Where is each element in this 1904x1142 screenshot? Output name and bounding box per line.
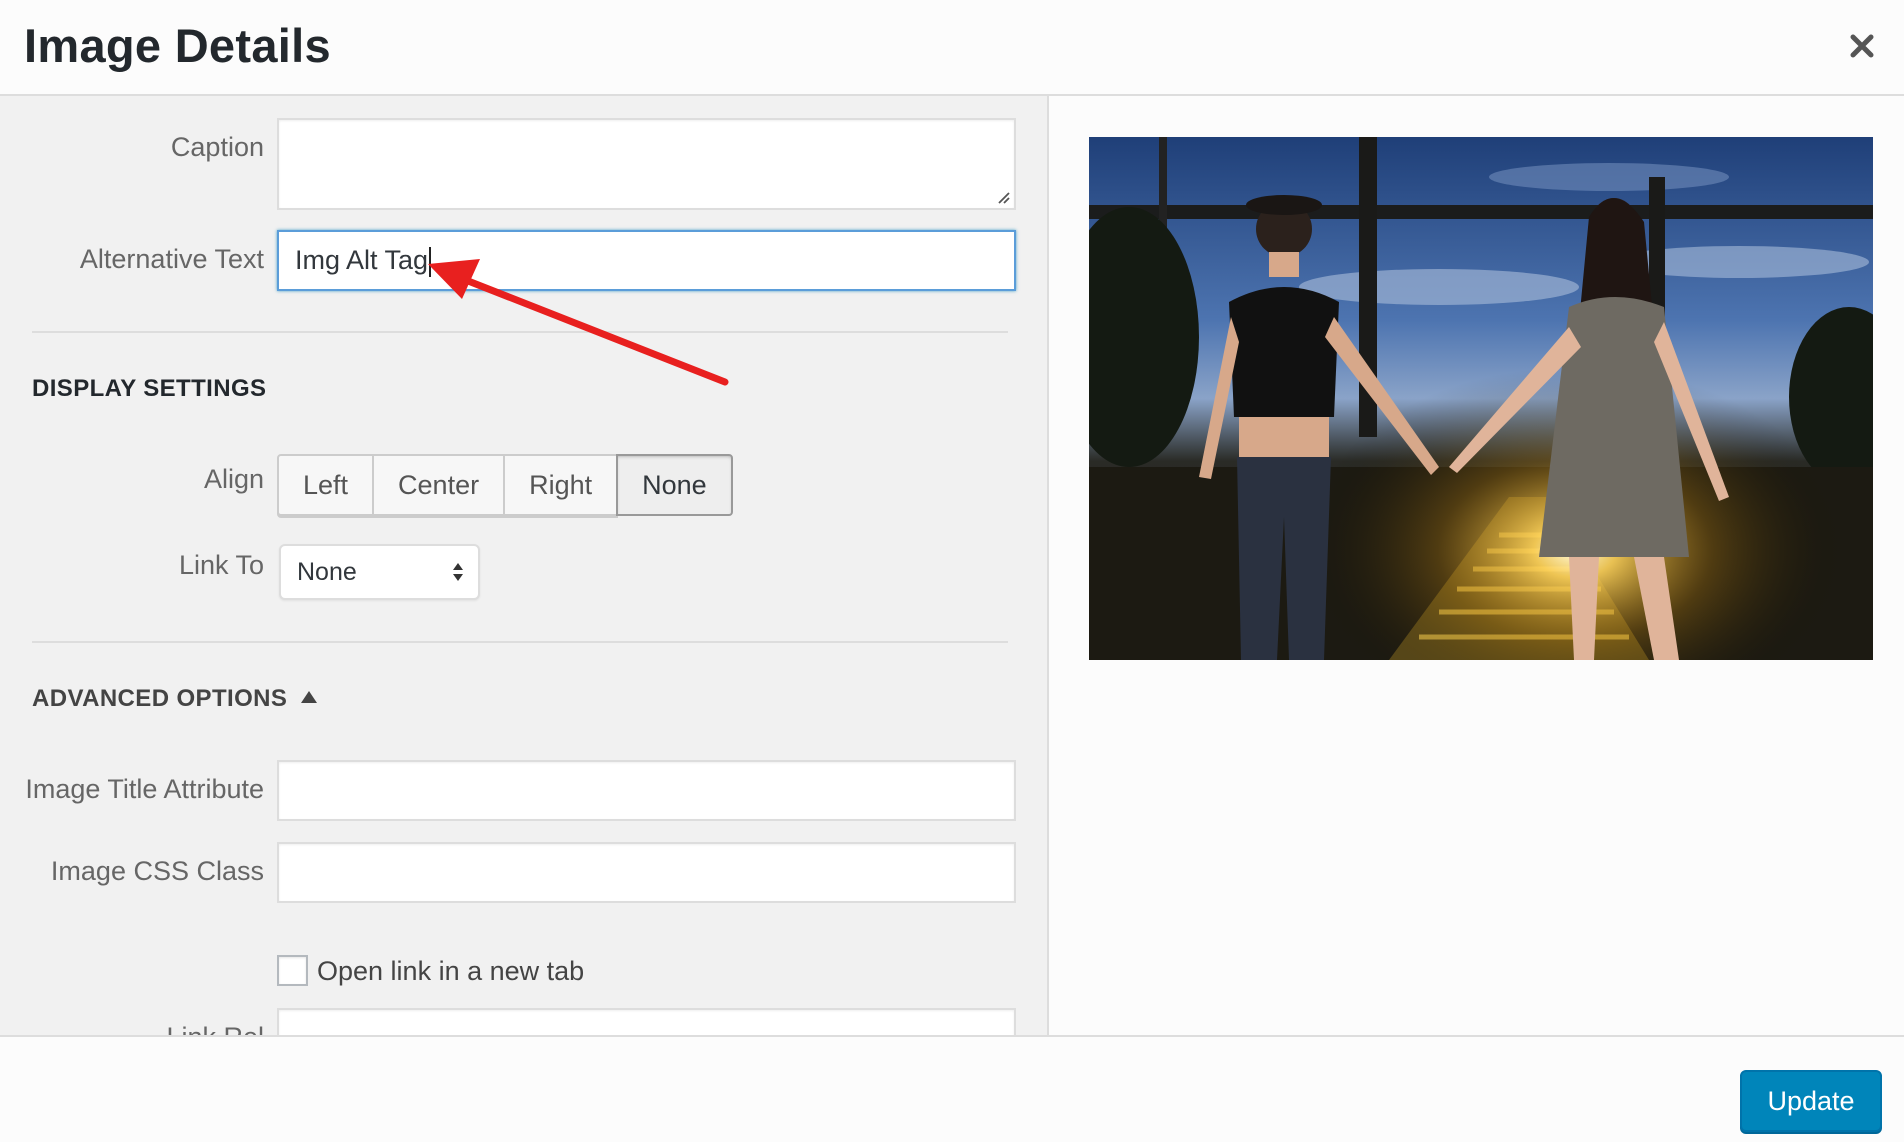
divider [32, 641, 1008, 643]
alt-text-input[interactable]: Img Alt Tag [277, 230, 1016, 291]
resize-grip-icon[interactable] [995, 189, 1011, 205]
link-rel-input[interactable] [277, 1008, 1016, 1035]
text-caret [429, 246, 432, 277]
open-new-tab-checkbox[interactable] [277, 955, 308, 986]
image-preview-panel [1051, 96, 1904, 1035]
collapse-arrow-icon [301, 691, 318, 703]
caption-label: Caption [170, 132, 264, 162]
align-button-group: Left Center Right None [277, 454, 733, 516]
align-center-button[interactable]: Center [372, 454, 506, 516]
image-thumbnail [1089, 137, 1873, 660]
caption-textarea[interactable] [277, 118, 1016, 210]
alt-text-value: Img Alt Tag [295, 245, 429, 275]
photo-two-women-on-railway [1089, 137, 1873, 660]
link-to-value: None [297, 558, 357, 586]
modal-title: Image Details [24, 19, 331, 72]
link-rel-label: Link Rel [166, 1022, 264, 1035]
close-icon [1850, 34, 1874, 58]
update-button[interactable]: Update [1740, 1070, 1882, 1132]
align-label: Align [203, 464, 264, 494]
close-button[interactable] [1840, 24, 1884, 68]
image-css-class-input[interactable] [277, 842, 1016, 903]
image-title-attribute-label: Image Title Attribute [25, 774, 264, 804]
image-css-class-label: Image CSS Class [50, 856, 264, 886]
link-to-select[interactable]: None [279, 544, 480, 600]
advanced-options-heading: ADVANCED OPTIONS [32, 685, 288, 712]
image-settings-panel: Caption Alternative Text Img Alt Tag DIS… [0, 96, 1049, 1035]
image-details-modal: Image Details Caption Alternative Text I… [0, 0, 1904, 1142]
align-right-button[interactable]: Right [503, 454, 619, 516]
select-arrows-icon [453, 563, 463, 581]
open-new-tab-label[interactable]: Open link in a new tab [317, 956, 584, 987]
link-to-label: Link To [178, 550, 264, 580]
advanced-options-toggle[interactable]: ADVANCED OPTIONS [32, 685, 318, 713]
display-settings-heading: DISPLAY SETTINGS [32, 375, 267, 402]
align-none-button[interactable]: None [616, 454, 733, 516]
align-left-button[interactable]: Left [277, 454, 375, 516]
image-title-attribute-input[interactable] [277, 760, 1016, 821]
alt-text-label: Alternative Text [79, 244, 264, 274]
modal-header: Image Details [0, 0, 1904, 96]
modal-toolbar: Update [0, 1035, 1904, 1142]
divider [32, 331, 1008, 333]
